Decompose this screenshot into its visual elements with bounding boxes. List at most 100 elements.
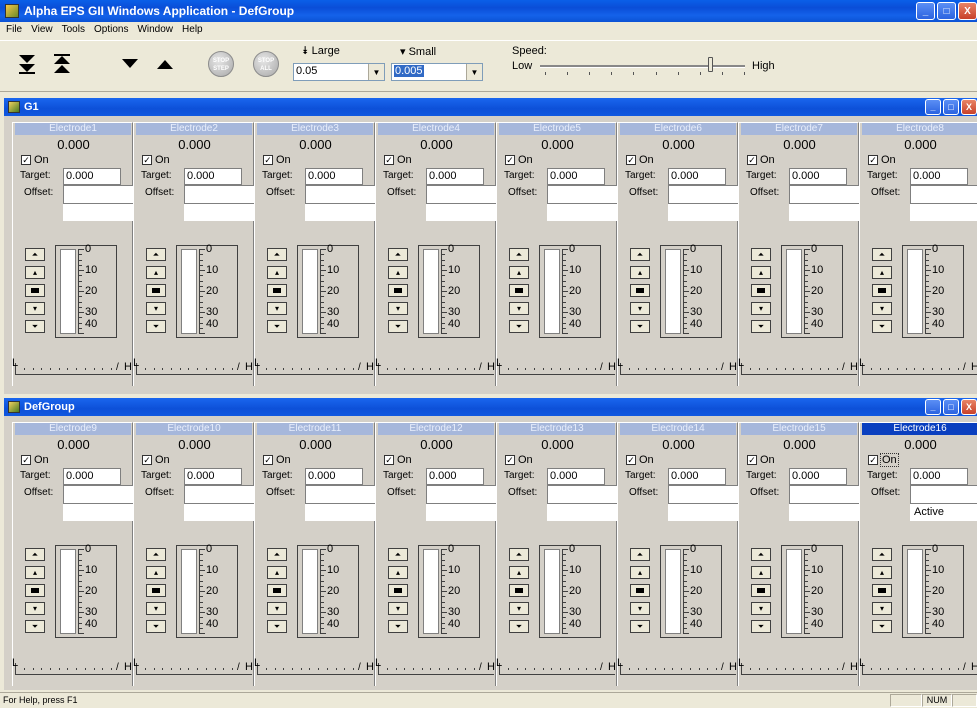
- small-step-down-button[interactable]: ▾: [25, 302, 45, 315]
- large-step-up-button[interactable]: ⏶: [751, 548, 771, 561]
- target-input[interactable]: 0.000: [910, 468, 968, 485]
- electrode-name[interactable]: Electrode9: [15, 423, 131, 435]
- small-step-down-button[interactable]: ▾: [630, 602, 650, 615]
- close-button[interactable]: X: [961, 399, 977, 415]
- minimize-button[interactable]: _: [925, 399, 941, 415]
- target-input[interactable]: 0.000: [426, 468, 484, 485]
- electrode-name[interactable]: Electrode7: [741, 123, 857, 135]
- stop-button[interactable]: [267, 584, 287, 597]
- on-checkbox[interactable]: ✓ On: [626, 154, 654, 166]
- small-step-up-button[interactable]: ▴: [146, 566, 166, 579]
- large-step-down-button[interactable]: ⏷: [630, 620, 650, 633]
- stop-button[interactable]: [509, 584, 529, 597]
- group-window-title-bar[interactable]: G1 _ □ X: [4, 98, 977, 116]
- stop-button[interactable]: [25, 284, 45, 297]
- target-input[interactable]: 0.000: [668, 468, 726, 485]
- electrode-name[interactable]: Electrode4: [378, 123, 494, 135]
- target-input[interactable]: 0.000: [426, 168, 484, 185]
- large-step-down-button[interactable]: ⏷: [872, 320, 892, 333]
- electrode-name[interactable]: Electrode13: [499, 423, 615, 435]
- small-step-up-button[interactable]: ▴: [388, 566, 408, 579]
- on-checkbox[interactable]: ✓ On: [21, 454, 49, 466]
- speed-slider-thumb[interactable]: [708, 57, 713, 72]
- target-input[interactable]: 0.000: [184, 168, 242, 185]
- target-input[interactable]: 0.000: [547, 168, 605, 185]
- large-step-up-button[interactable]: ⏶: [509, 248, 529, 261]
- large-step-down-button[interactable]: [12, 49, 42, 79]
- large-step-down-button[interactable]: ⏷: [509, 620, 529, 633]
- small-step-down-button[interactable]: [115, 49, 145, 79]
- on-checkbox[interactable]: ✓ On: [747, 454, 775, 466]
- large-step-combo[interactable]: 0.05 ▼: [293, 63, 385, 81]
- maximize-button[interactable]: □: [943, 399, 959, 415]
- stop-button[interactable]: [146, 284, 166, 297]
- large-step-up-button[interactable]: ⏶: [630, 548, 650, 561]
- stop-button[interactable]: [872, 584, 892, 597]
- on-checkbox[interactable]: ✓ On: [626, 454, 654, 466]
- small-step-up-button[interactable]: ▴: [25, 566, 45, 579]
- target-input[interactable]: 0.000: [547, 468, 605, 485]
- menu-file[interactable]: File: [2, 22, 27, 39]
- small-step-up-button[interactable]: ▴: [509, 566, 529, 579]
- stop-button[interactable]: [630, 584, 650, 597]
- stop-all-button[interactable]: STOP ALL: [253, 51, 279, 77]
- electrode-name[interactable]: Electrode14: [620, 423, 736, 435]
- electrode-name[interactable]: Electrode12: [378, 423, 494, 435]
- menu-view[interactable]: View: [27, 22, 58, 39]
- menu-help[interactable]: Help: [178, 22, 208, 39]
- large-step-down-button[interactable]: ⏷: [146, 620, 166, 633]
- small-step-up-button[interactable]: ▴: [751, 266, 771, 279]
- on-checkbox[interactable]: ✓ On: [142, 154, 170, 166]
- large-step-up-button[interactable]: ⏶: [872, 548, 892, 561]
- close-button[interactable]: X: [958, 2, 977, 20]
- small-step-down-button[interactable]: ▾: [388, 602, 408, 615]
- electrode-name[interactable]: Electrode6: [620, 123, 736, 135]
- chevron-down-icon[interactable]: ▼: [368, 64, 384, 80]
- maximize-button[interactable]: □: [943, 99, 959, 115]
- small-step-up-button[interactable]: ▴: [509, 266, 529, 279]
- stop-button[interactable]: [267, 284, 287, 297]
- speed-slider-track[interactable]: [540, 65, 745, 68]
- stop-button[interactable]: [751, 584, 771, 597]
- menu-tools[interactable]: Tools: [58, 22, 90, 39]
- small-step-down-button[interactable]: ▾: [509, 302, 529, 315]
- small-step-down-button[interactable]: ▾: [872, 302, 892, 315]
- large-step-up-button[interactable]: ⏶: [388, 548, 408, 561]
- large-step-down-button[interactable]: ⏷: [25, 320, 45, 333]
- small-step-up-button[interactable]: ▴: [25, 266, 45, 279]
- small-step-down-button[interactable]: ▾: [267, 602, 287, 615]
- electrode-name[interactable]: Electrode8: [862, 123, 977, 135]
- small-step-up-button[interactable]: ▴: [267, 266, 287, 279]
- stop-button[interactable]: [509, 284, 529, 297]
- minimize-button[interactable]: _: [925, 99, 941, 115]
- large-step-down-button[interactable]: ⏷: [388, 320, 408, 333]
- target-input[interactable]: 0.000: [184, 468, 242, 485]
- small-step-down-button[interactable]: ▾: [872, 602, 892, 615]
- close-button[interactable]: X: [961, 99, 977, 115]
- large-step-down-button[interactable]: ⏷: [872, 620, 892, 633]
- on-checkbox[interactable]: ✓ On: [263, 154, 291, 166]
- large-step-up-button[interactable]: [47, 49, 77, 79]
- stop-button[interactable]: [388, 584, 408, 597]
- stop-button[interactable]: [146, 584, 166, 597]
- large-step-up-button[interactable]: ⏶: [146, 248, 166, 261]
- large-step-down-button[interactable]: ⏷: [267, 320, 287, 333]
- large-step-down-button[interactable]: ⏷: [146, 320, 166, 333]
- electrode-name[interactable]: Electrode15: [741, 423, 857, 435]
- large-step-up-button[interactable]: ⏶: [630, 248, 650, 261]
- small-step-up-button[interactable]: ▴: [751, 566, 771, 579]
- large-step-down-button[interactable]: ⏷: [267, 620, 287, 633]
- on-checkbox[interactable]: ✓ On: [263, 454, 291, 466]
- on-checkbox[interactable]: ✓ On: [384, 154, 412, 166]
- on-checkbox[interactable]: ✓ On: [142, 454, 170, 466]
- large-step-up-button[interactable]: ⏶: [267, 548, 287, 561]
- on-checkbox[interactable]: ✓ On: [384, 454, 412, 466]
- minimize-button[interactable]: _: [916, 2, 935, 20]
- menu-options[interactable]: Options: [90, 22, 133, 39]
- stop-step-button[interactable]: STOP STEP: [208, 51, 234, 77]
- menu-window[interactable]: Window: [133, 22, 178, 39]
- small-step-down-button[interactable]: ▾: [388, 302, 408, 315]
- electrode-name[interactable]: Electrode5: [499, 123, 615, 135]
- small-step-down-button[interactable]: ▾: [751, 602, 771, 615]
- group-window-title-bar[interactable]: DefGroup _ □ X: [4, 398, 977, 416]
